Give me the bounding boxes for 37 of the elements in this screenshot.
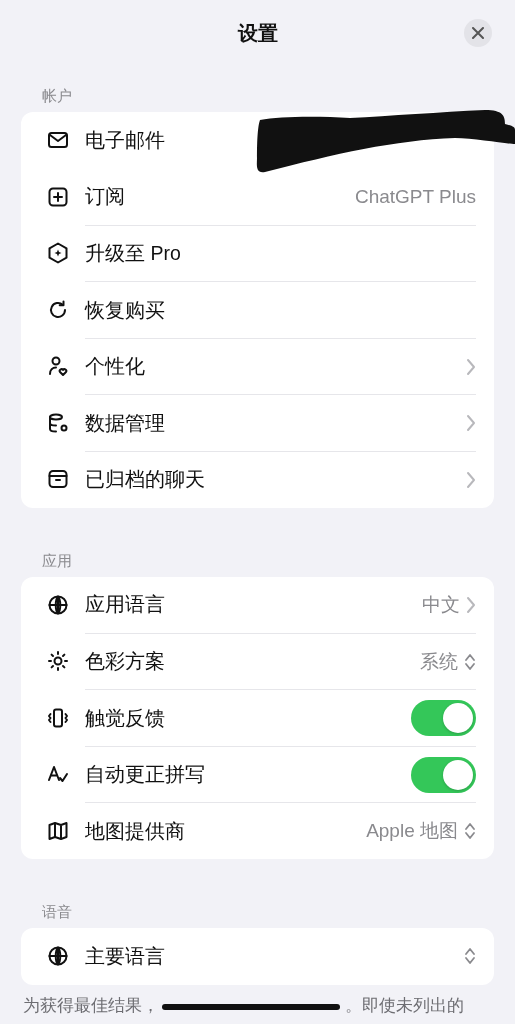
sun-icon xyxy=(46,649,70,674)
settings-item[interactable]: 触觉反馈 xyxy=(85,704,165,732)
footnote-text: 。即使未列出的 xyxy=(345,994,464,1017)
settings-item[interactable]: 地图提供商 xyxy=(85,817,185,845)
toggle-switch[interactable] xyxy=(411,700,476,737)
chevron-right-icon xyxy=(466,470,476,489)
up-down-chevron-icon xyxy=(464,821,476,842)
settings-item[interactable]: 恢复购买 xyxy=(85,296,165,324)
settings-item[interactable]: 应用语言 xyxy=(85,591,165,619)
section-header: 应用 xyxy=(41,551,73,571)
settings-item[interactable]: 电子邮件 xyxy=(85,126,165,154)
settings-item[interactable]: 订阅 xyxy=(85,183,125,211)
settings-item[interactable]: 升级至 Pro xyxy=(85,240,181,268)
chevron-right-icon xyxy=(466,414,476,433)
chevron-right-icon xyxy=(466,357,476,376)
settings-item[interactable]: 已归档的聊天 xyxy=(85,466,205,494)
settings-item[interactable]: 个性化 xyxy=(85,353,145,381)
toggle-switch[interactable] xyxy=(411,756,476,793)
section-header: 语音 xyxy=(41,903,73,922)
close-button[interactable] xyxy=(464,19,492,47)
window-title: 设置 xyxy=(237,20,278,46)
chevron-right-icon xyxy=(466,595,476,614)
up-down-chevron-icon xyxy=(464,651,476,672)
settings-item[interactable]: 数据管理 xyxy=(85,409,165,437)
footnote-text: 为获得最佳结果， xyxy=(23,994,159,1017)
setting-value: 中文 xyxy=(422,592,460,617)
section-header: 帐户 xyxy=(41,87,73,106)
settings-item[interactable]: 主要语言 xyxy=(85,942,165,970)
person-heart-icon xyxy=(46,354,70,379)
up-down-chevron-icon xyxy=(464,946,476,967)
settings-item[interactable]: 自动更正拼写 xyxy=(85,761,205,789)
settings-item[interactable]: 色彩方案 xyxy=(85,648,165,676)
sparkle-hexagon-icon xyxy=(46,241,70,266)
setting-value: Apple 地图 xyxy=(366,819,458,844)
setting-value: 系统 xyxy=(420,649,458,674)
close-icon xyxy=(472,27,484,39)
setting-value: ChatGPT Plus xyxy=(354,185,476,208)
